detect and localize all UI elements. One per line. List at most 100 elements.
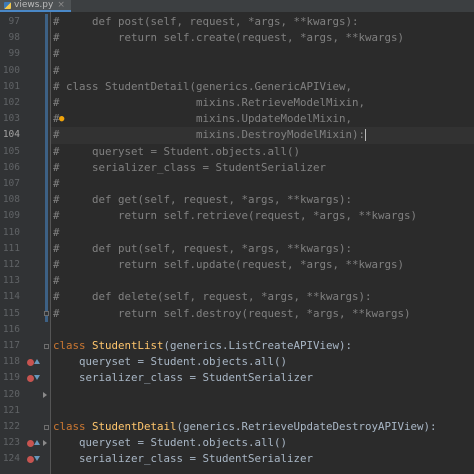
line-number[interactable]: 100 xyxy=(0,63,20,79)
code-line[interactable]: 123 queryset = Student.objects.all() xyxy=(0,435,474,451)
code-text[interactable]: # xyxy=(53,176,60,192)
line-number[interactable]: 111 xyxy=(0,241,20,257)
override-marker-icon[interactable] xyxy=(27,439,34,447)
code-line[interactable]: 108 # def get(self, request, *args, **kwa… xyxy=(0,192,474,208)
override-marker-icon[interactable] xyxy=(27,374,34,382)
code-line[interactable]: 105 # queryset = Student.objects.all() xyxy=(0,144,474,160)
code-line[interactable]: 106 # serializer_class = StudentSerialize… xyxy=(0,160,474,176)
code-line[interactable]: 119 serializer_class = StudentSerializer xyxy=(0,370,474,386)
code-line[interactable]: 101 # class StudentDetail(generics.Generi… xyxy=(0,79,474,95)
code-text[interactable]: # def delete(self, request, *args, **kwa… xyxy=(53,289,372,305)
line-number[interactable]: 118 xyxy=(0,354,20,370)
comment-token: # xyxy=(53,63,60,77)
code-line[interactable]: 116 xyxy=(0,322,474,338)
code-line[interactable]: 97 # def post(self, request, *args, **kwa… xyxy=(0,14,474,30)
code-text[interactable]: # mixins.UpdateModelMixin, xyxy=(53,111,352,127)
line-number[interactable]: 108 xyxy=(0,192,20,208)
navigate-super-icon[interactable] xyxy=(34,375,40,381)
code-line[interactable]: 113 # xyxy=(0,273,474,289)
override-marker-icon[interactable] xyxy=(27,358,34,366)
code-line[interactable]: 98 # return self.create(request, *args, *… xyxy=(0,30,474,46)
code-text[interactable]: class StudentDetail(generics.RetrieveUpd… xyxy=(53,419,437,435)
fold-marker[interactable] xyxy=(44,311,49,317)
code-text[interactable]: # queryset = Student.objects.all() xyxy=(53,144,300,160)
code-text[interactable]: # def post(self, request, *args, **kwarg… xyxy=(53,14,359,30)
line-number[interactable]: 122 xyxy=(0,419,20,435)
code-text[interactable]: # return self.update(request, *args, **k… xyxy=(53,257,404,273)
line-number[interactable]: 101 xyxy=(0,79,20,95)
code-line[interactable]: 107 # xyxy=(0,176,474,192)
code-line[interactable]: 121 xyxy=(0,403,474,419)
fold-marker[interactable] xyxy=(44,343,49,349)
line-number[interactable]: 120 xyxy=(0,387,20,403)
line-number[interactable]: 97 xyxy=(0,14,20,30)
code-text[interactable]: queryset = Student.objects.all() xyxy=(53,435,287,451)
tab-views-py[interactable]: views.py × xyxy=(0,0,71,12)
code-line[interactable]: 103 # mixins.UpdateModelMixin, xyxy=(0,111,474,127)
line-number[interactable]: 123 xyxy=(0,435,20,451)
fold-marker[interactable] xyxy=(44,424,49,430)
comment-token: # def get(self, request, *args, **kwargs… xyxy=(53,193,353,207)
code-line[interactable]: 111 # def put(self, request, *args, **kwa… xyxy=(0,241,474,257)
code-line[interactable]: 120 xyxy=(0,387,474,403)
override-marker-icon[interactable] xyxy=(27,455,34,463)
line-number[interactable]: 110 xyxy=(0,225,20,241)
line-number[interactable]: 116 xyxy=(0,322,20,338)
line-number[interactable]: 119 xyxy=(0,370,20,386)
code-line[interactable]: 114 # def delete(self, request, *args, **… xyxy=(0,289,474,305)
code-line[interactable]: 122 class StudentDetail(generics.Retrieve… xyxy=(0,419,474,435)
code-line[interactable]: 118 queryset = Student.objects.all() xyxy=(0,354,474,370)
code-text[interactable]: # xyxy=(53,225,60,241)
code-text[interactable]: # mixins.RetrieveModelMixin, xyxy=(53,95,365,111)
line-number[interactable]: 115 xyxy=(0,306,20,322)
line-number[interactable]: 112 xyxy=(0,257,20,273)
code-text[interactable]: # xyxy=(53,46,60,62)
code-text[interactable]: serializer_class = StudentSerializer xyxy=(53,370,313,386)
code-line[interactable]: 102 # mixins.RetrieveModelMixin, xyxy=(0,95,474,111)
line-number[interactable]: 117 xyxy=(0,338,20,354)
code-line[interactable]: 110 # xyxy=(0,225,474,241)
code-line[interactable]: 124 serializer_class = StudentSerializer xyxy=(0,451,474,467)
line-number[interactable]: 113 xyxy=(0,273,20,289)
code-text[interactable]: # class StudentDetail(generics.GenericAP… xyxy=(53,79,352,95)
code-text[interactable]: # xyxy=(53,273,60,289)
line-number[interactable]: 114 xyxy=(0,289,20,305)
code-text[interactable]: serializer_class = StudentSerializer xyxy=(53,451,313,467)
code-text[interactable]: # serializer_class = StudentSerializer xyxy=(53,160,326,176)
line-number[interactable]: 107 xyxy=(0,176,20,192)
line-number[interactable]: 121 xyxy=(0,403,20,419)
code-text[interactable]: # return self.create(request, *args, **k… xyxy=(53,30,404,46)
line-number[interactable]: 104 xyxy=(0,127,20,143)
line-number[interactable]: 109 xyxy=(0,208,20,224)
code-text[interactable]: # return self.destroy(request, *args, **… xyxy=(53,306,411,322)
code-text[interactable]: # def get(self, request, *args, **kwargs… xyxy=(53,192,352,208)
fold-arrow-icon[interactable] xyxy=(43,391,47,398)
code-text[interactable]: queryset = Student.objects.all() xyxy=(53,354,287,370)
navigate-super-icon[interactable] xyxy=(34,440,40,446)
vcs-change-marker[interactable] xyxy=(45,14,48,322)
line-number[interactable]: 103 xyxy=(0,111,20,127)
code-text[interactable]: # xyxy=(53,63,60,79)
code-line[interactable]: 117 class StudentList(generics.ListCreate… xyxy=(0,338,474,354)
line-number[interactable]: 106 xyxy=(0,160,20,176)
navigate-super-icon[interactable] xyxy=(34,456,40,462)
lightbulb-icon[interactable]: ● xyxy=(59,114,67,124)
code-line[interactable]: 100 # xyxy=(0,63,474,79)
code-line[interactable]: 104 # mixins.DestroyModelMixin): xyxy=(0,127,474,144)
code-line[interactable]: 115 # return self.destroy(request, *args,… xyxy=(0,306,474,322)
line-number[interactable]: 124 xyxy=(0,451,20,467)
code-line[interactable]: 109 # return self.retrieve(request, *args… xyxy=(0,208,474,224)
code-text[interactable]: # return self.retrieve(request, *args, *… xyxy=(53,208,417,224)
fold-arrow-icon[interactable] xyxy=(43,440,47,447)
code-line[interactable]: 112 # return self.update(request, *args, … xyxy=(0,257,474,273)
close-icon[interactable]: × xyxy=(57,0,65,11)
line-number[interactable]: 105 xyxy=(0,144,20,160)
code-text[interactable]: # mixins.DestroyModelMixin): xyxy=(53,127,367,143)
navigate-super-icon[interactable] xyxy=(34,359,40,365)
code-text[interactable]: # def put(self, request, *args, **kwargs… xyxy=(53,241,352,257)
line-number[interactable]: 99 xyxy=(0,46,20,62)
code-text[interactable]: class StudentList(generics.ListCreateAPI… xyxy=(53,338,352,354)
line-number[interactable]: 98 xyxy=(0,30,20,46)
code-line[interactable]: 99 # xyxy=(0,46,474,62)
line-number[interactable]: 102 xyxy=(0,95,20,111)
